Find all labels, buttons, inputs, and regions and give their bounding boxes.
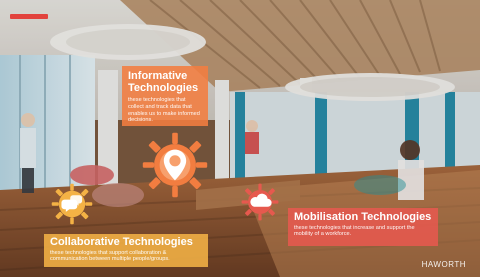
slide: Informative Technologies these technolog… bbox=[0, 0, 480, 277]
informative-technologies-card: Informative Technologies these technolog… bbox=[122, 66, 208, 126]
informative-title-line1: Informative bbox=[128, 70, 188, 82]
informative-title-line2: Technologies bbox=[128, 81, 199, 94]
informative-title: Informative Technologies bbox=[122, 66, 208, 94]
mobilisation-description: these technologies that increase and sup… bbox=[294, 224, 415, 238]
collaborative-description: these technologies that support collabor… bbox=[50, 249, 170, 263]
mobilisation-title: Mobilisation Technologies bbox=[294, 211, 432, 223]
mobilisation-gear bbox=[240, 182, 280, 222]
cloud-icon bbox=[241, 183, 279, 221]
haworth-logo: HAWORTH bbox=[421, 260, 466, 269]
collaborative-technologies-card: Collaborative Technologies these technol… bbox=[44, 234, 208, 267]
collaborative-title: Collaborative Technologies bbox=[50, 236, 193, 248]
location-pin-icon bbox=[142, 132, 208, 198]
mobilisation-technologies-card: Mobilisation Technologies these technolo… bbox=[288, 208, 438, 246]
accent-bar bbox=[10, 14, 48, 19]
informative-gear bbox=[140, 130, 210, 200]
informative-description: these technologies that collect and trac… bbox=[128, 97, 200, 124]
chat-bubbles-icon bbox=[51, 183, 93, 225]
collaborative-gear bbox=[50, 182, 94, 226]
